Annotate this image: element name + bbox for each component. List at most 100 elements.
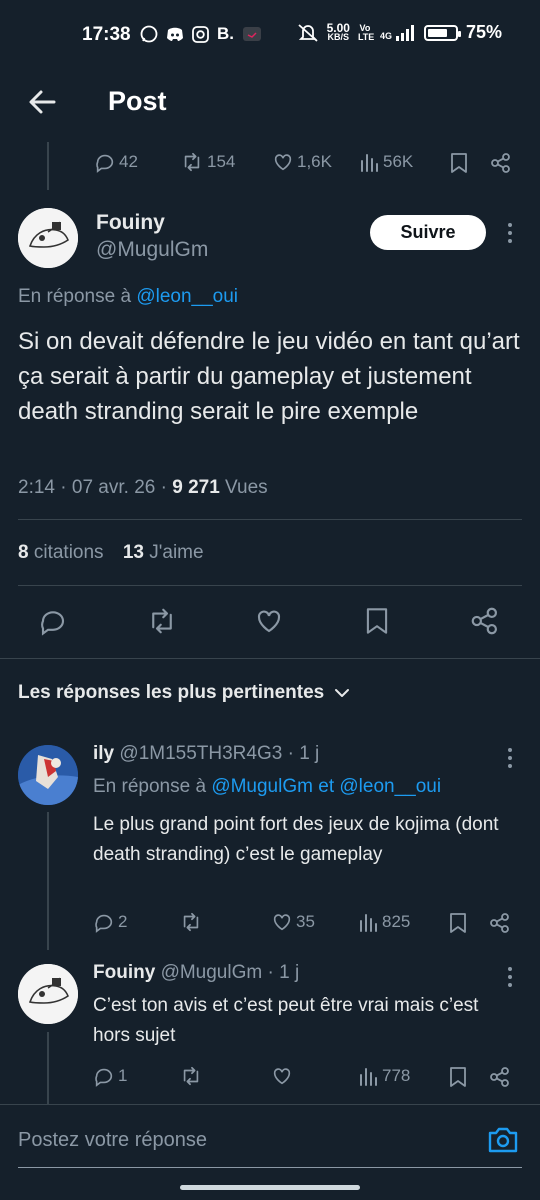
network-speed: 5.00 KB/S xyxy=(327,22,350,42)
chevron-down-icon xyxy=(335,689,350,697)
status-time: 17:38 xyxy=(82,24,131,45)
views-icon xyxy=(360,1068,377,1086)
reply-button[interactable]: 1 xyxy=(93,1065,127,1087)
reply-header: ily @1M155TH3R4G3 · 1 j xyxy=(93,743,319,765)
avatar[interactable] xyxy=(18,964,78,1024)
bookmark-icon[interactable] xyxy=(449,152,469,174)
repost-icon[interactable] xyxy=(146,606,178,636)
separator: · xyxy=(160,477,167,498)
share-icon[interactable] xyxy=(489,912,511,934)
signal-icon: 4G xyxy=(379,24,416,41)
like-button[interactable]: 35 xyxy=(271,911,315,933)
reply-icon xyxy=(95,914,113,933)
reply-context: En réponse à @MugulGm et @leon__oui xyxy=(93,776,441,798)
repost-icon xyxy=(183,912,199,932)
views-button[interactable]: 56K xyxy=(360,151,413,173)
volte-label: Vo LTE xyxy=(357,22,375,42)
reply-icon[interactable] xyxy=(38,606,68,636)
views-button[interactable]: 778 xyxy=(359,1065,410,1087)
bookmark-icon[interactable] xyxy=(448,912,468,934)
likes-count: 13 xyxy=(122,542,144,563)
reply-input[interactable]: Postez votre réponse xyxy=(18,1129,207,1152)
reply-icon xyxy=(96,154,114,173)
like-button[interactable] xyxy=(271,1065,296,1087)
like-icon xyxy=(274,154,292,171)
bookmark-icon[interactable] xyxy=(448,1066,468,1088)
repost-count: 154 xyxy=(207,152,236,171)
top-bar: Post xyxy=(0,72,540,134)
network-type: 4G xyxy=(379,30,392,41)
like-count: 35 xyxy=(296,912,315,931)
input-underline xyxy=(18,1167,522,1168)
reply-header: Fouiny @MugulGm · 1 j xyxy=(93,962,299,984)
follow-button[interactable]: Suivre xyxy=(370,215,486,250)
reply-author-name[interactable]: Fouiny xyxy=(93,962,155,983)
post-time[interactable]: 2:14 xyxy=(18,477,55,498)
reply-author-handle[interactable]: @MugulGm xyxy=(161,962,263,983)
reply-age: · 1 j xyxy=(287,743,320,764)
views-count: 56K xyxy=(383,152,414,171)
more-icon[interactable] xyxy=(507,747,513,769)
camera-icon[interactable] xyxy=(487,1125,519,1155)
replies-sort-toggle[interactable]: Les réponses les plus pertinentes xyxy=(18,682,350,704)
reply-icon xyxy=(95,1068,113,1087)
post-text: Si on devait défendre le jeu vidéo en ta… xyxy=(18,328,520,425)
author-handle[interactable]: @MugulGm xyxy=(96,238,208,262)
reply-text: Le plus grand point fort des jeux de koj… xyxy=(93,814,499,865)
reply-button[interactable]: 42 xyxy=(94,151,138,173)
reply-count: 1 xyxy=(118,1066,128,1085)
like-button[interactable]: 1,6K xyxy=(272,151,332,173)
views-count: 9 271 xyxy=(172,477,220,498)
share-icon[interactable] xyxy=(470,606,500,636)
reply-button[interactable]: 2 xyxy=(93,911,127,933)
post-metadata: 2:14 · 07 avr. 26 · 9 271 Vues xyxy=(18,477,268,499)
battery-level xyxy=(427,28,448,37)
home-indicator[interactable] xyxy=(180,1185,360,1190)
post-action-bar xyxy=(0,602,540,642)
page-title: Post xyxy=(108,86,167,116)
battery-icon xyxy=(423,24,461,41)
author-name[interactable]: Fouiny xyxy=(96,211,165,235)
repost-icon xyxy=(183,1066,199,1086)
bookmark-icon[interactable] xyxy=(364,606,390,636)
views-count: 825 xyxy=(382,912,411,931)
back-arrow-icon[interactable] xyxy=(24,84,60,120)
reply-author-handle[interactable]: @1M155TH3R4G3 xyxy=(119,743,282,764)
more-icon[interactable] xyxy=(507,966,513,988)
views-label: Vues xyxy=(225,477,268,498)
reply-age: · 1 j xyxy=(267,962,300,983)
views-icon xyxy=(361,154,378,172)
more-icon[interactable] xyxy=(507,222,513,244)
like-icon xyxy=(273,1068,291,1085)
app-notification-icon xyxy=(242,26,262,42)
thread-connector xyxy=(47,1032,49,1104)
repost-button[interactable]: 154 xyxy=(180,151,235,173)
reply-action-bar: 2 35 825 xyxy=(93,911,513,935)
repost-button[interactable] xyxy=(179,911,206,933)
whatsapp-icon xyxy=(140,25,158,43)
quotes-link[interactable]: 8 citations xyxy=(18,542,109,563)
reply-to-link[interactable]: @MugulGm xyxy=(211,776,313,797)
repost-button[interactable] xyxy=(179,1065,206,1087)
engagement-stats: 8 citations 13 J'aime xyxy=(18,542,204,564)
quotes-count: 8 xyxy=(18,542,29,563)
reply-count: 42 xyxy=(119,152,138,171)
share-icon[interactable] xyxy=(490,152,512,174)
reply-to-link[interactable]: @leon__oui xyxy=(339,776,441,797)
post-date[interactable]: 07 avr. 26 xyxy=(72,477,155,498)
thread-connector xyxy=(47,812,49,950)
like-count: 1,6K xyxy=(297,152,332,171)
repost-icon xyxy=(184,152,200,172)
status-system-icons: 5.00 KB/S Vo LTE 4G 75% xyxy=(297,22,502,43)
avatar[interactable] xyxy=(18,208,78,268)
avatar[interactable] xyxy=(18,745,78,805)
reply-context: En réponse à @leon__oui xyxy=(18,286,238,308)
like-icon[interactable] xyxy=(254,606,284,636)
battery-percent: 75% xyxy=(465,22,502,42)
reply-author-name[interactable]: ily xyxy=(93,743,114,764)
likes-link[interactable]: 13 J'aime xyxy=(123,542,204,563)
share-icon[interactable] xyxy=(489,1066,511,1088)
reply-to-link[interactable]: @leon__oui xyxy=(136,286,238,307)
likes-label: J'aime xyxy=(149,542,204,563)
views-button[interactable]: 825 xyxy=(359,911,410,933)
